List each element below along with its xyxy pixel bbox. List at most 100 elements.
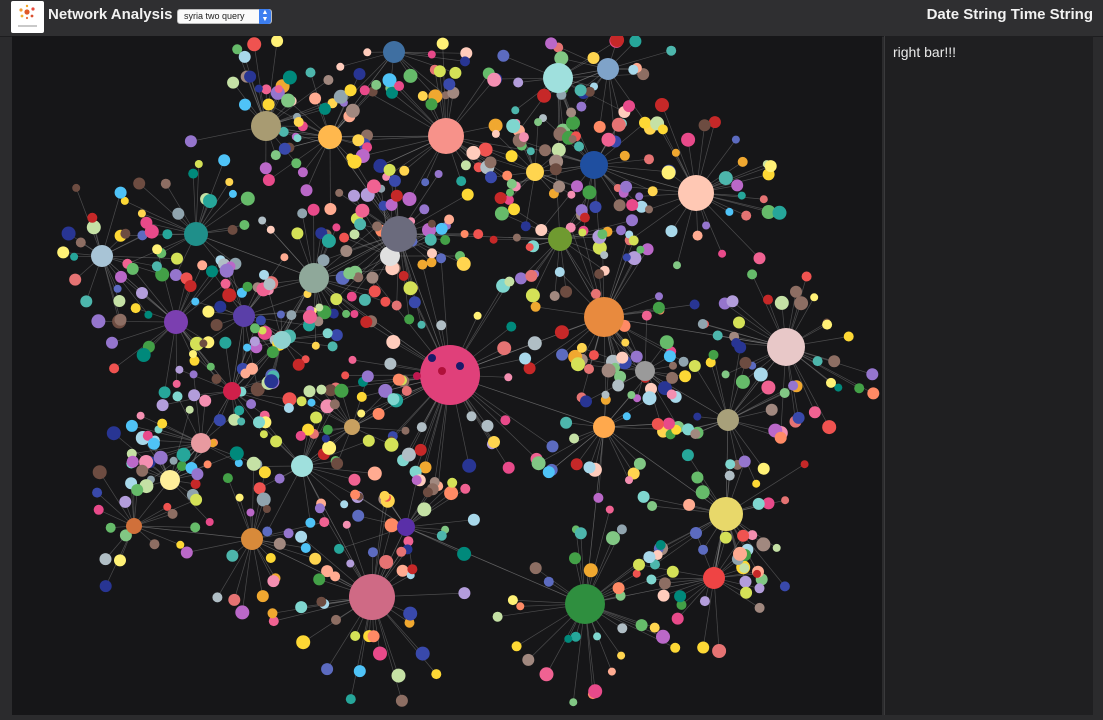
graph-node[interactable] (560, 285, 573, 298)
graph-node[interactable] (190, 479, 201, 489)
graph-node[interactable] (690, 429, 701, 439)
graph-node[interactable] (57, 246, 70, 259)
graph-node[interactable] (363, 48, 372, 57)
graph-node[interactable] (421, 178, 430, 187)
graph-node[interactable] (222, 473, 233, 484)
graph-node[interactable] (721, 370, 730, 379)
graph-node[interactable] (440, 235, 451, 245)
graph-node[interactable] (367, 466, 382, 481)
graph-node[interactable] (718, 171, 733, 186)
graph-node[interactable] (172, 379, 181, 388)
graph-node[interactable] (583, 563, 598, 578)
graph-node[interactable] (671, 612, 684, 625)
graph-node[interactable] (126, 262, 139, 275)
graph-node[interactable] (267, 575, 280, 588)
graph-node[interactable] (280, 253, 289, 262)
graph-node[interactable] (491, 129, 500, 138)
graph-node[interactable] (271, 36, 284, 47)
graph-node[interactable] (336, 62, 345, 71)
graph-node[interactable] (291, 227, 304, 240)
graph-node[interactable] (283, 528, 294, 539)
graph-node[interactable] (520, 221, 531, 232)
graph-node[interactable] (266, 346, 279, 359)
graph-node[interactable] (737, 156, 748, 167)
graph-node[interactable] (712, 644, 727, 658)
graph-node[interactable] (702, 221, 711, 230)
graph-node[interactable] (647, 186, 658, 197)
graph-node[interactable] (511, 641, 522, 652)
graph-node[interactable] (291, 158, 302, 169)
graph-node[interactable] (739, 575, 752, 588)
graph-node[interactable] (674, 590, 687, 603)
graph-node[interactable] (190, 493, 203, 506)
graph-node[interactable] (655, 540, 666, 550)
graph-node[interactable] (460, 56, 470, 67)
graph-node[interactable] (612, 379, 625, 392)
graph-node[interactable] (348, 189, 360, 202)
graph-node[interactable] (206, 362, 215, 371)
graph-node[interactable] (582, 185, 597, 200)
graph-node[interactable] (113, 295, 126, 307)
graph-node[interactable] (228, 593, 241, 606)
graph-node[interactable] (324, 203, 337, 215)
graph-node[interactable] (313, 573, 326, 586)
graph-node[interactable] (616, 351, 629, 364)
graph-node[interactable] (318, 102, 331, 115)
graph-hub-node[interactable] (241, 528, 263, 550)
graph-node[interactable] (330, 571, 341, 582)
graph-node[interactable] (560, 416, 573, 429)
graph-node[interactable] (456, 176, 467, 187)
graph-node[interactable] (567, 190, 576, 199)
graph-node[interactable] (426, 257, 437, 268)
graph-node[interactable] (447, 477, 458, 488)
graph-node[interactable] (651, 418, 664, 430)
graph-node[interactable] (346, 291, 357, 302)
graph-node[interactable] (568, 135, 577, 144)
graph-node[interactable] (422, 487, 433, 498)
graph-node[interactable] (295, 530, 308, 543)
graph-node[interactable] (205, 518, 214, 526)
graph-node[interactable] (125, 419, 138, 432)
graph-node[interactable] (546, 440, 559, 453)
graph-node[interactable] (436, 37, 449, 50)
graph-node[interactable] (752, 497, 765, 510)
dataset-select[interactable]: syria two query ▲ ▼ (177, 9, 272, 24)
graph-node[interactable] (542, 466, 555, 479)
graph-node[interactable] (434, 170, 443, 178)
graph-node[interactable] (545, 37, 558, 50)
graph-node[interactable] (61, 226, 76, 241)
graph-node[interactable] (278, 142, 291, 155)
graph-node[interactable] (334, 543, 344, 554)
graph-node[interactable] (249, 336, 260, 347)
graph-hub-node[interactable] (318, 125, 342, 149)
graph-node[interactable] (679, 370, 692, 383)
graph-node[interactable] (119, 495, 132, 508)
graph-node[interactable] (866, 368, 879, 381)
graph-node[interactable] (772, 543, 781, 552)
graph-node[interactable] (665, 225, 678, 238)
graph-node[interactable] (341, 371, 350, 380)
graph-node[interactable] (286, 310, 297, 321)
graph-node[interactable] (583, 461, 596, 474)
graph-node[interactable] (695, 485, 710, 500)
graph-node[interactable] (162, 229, 173, 240)
graph-hub-node[interactable] (397, 518, 415, 536)
graph-node[interactable] (372, 407, 385, 420)
graph-node[interactable] (632, 569, 641, 578)
graph-node[interactable] (281, 93, 296, 108)
graph-node[interactable] (681, 132, 696, 147)
graph-node[interactable] (342, 309, 351, 318)
graph-node[interactable] (740, 586, 753, 599)
graph-node[interactable] (295, 430, 306, 441)
graph-node[interactable] (752, 479, 761, 488)
network-graph-canvas[interactable] (12, 36, 882, 715)
graph-node[interactable] (258, 216, 267, 225)
graph-node[interactable] (274, 85, 283, 93)
graph-hub-node[interactable] (223, 382, 241, 400)
graph-node[interactable] (91, 314, 106, 329)
graph-node[interactable] (578, 228, 587, 237)
graph-hub-node[interactable] (584, 297, 624, 337)
graph-node[interactable] (462, 458, 477, 473)
graph-node[interactable] (502, 461, 515, 474)
graph-node[interactable] (427, 219, 436, 228)
